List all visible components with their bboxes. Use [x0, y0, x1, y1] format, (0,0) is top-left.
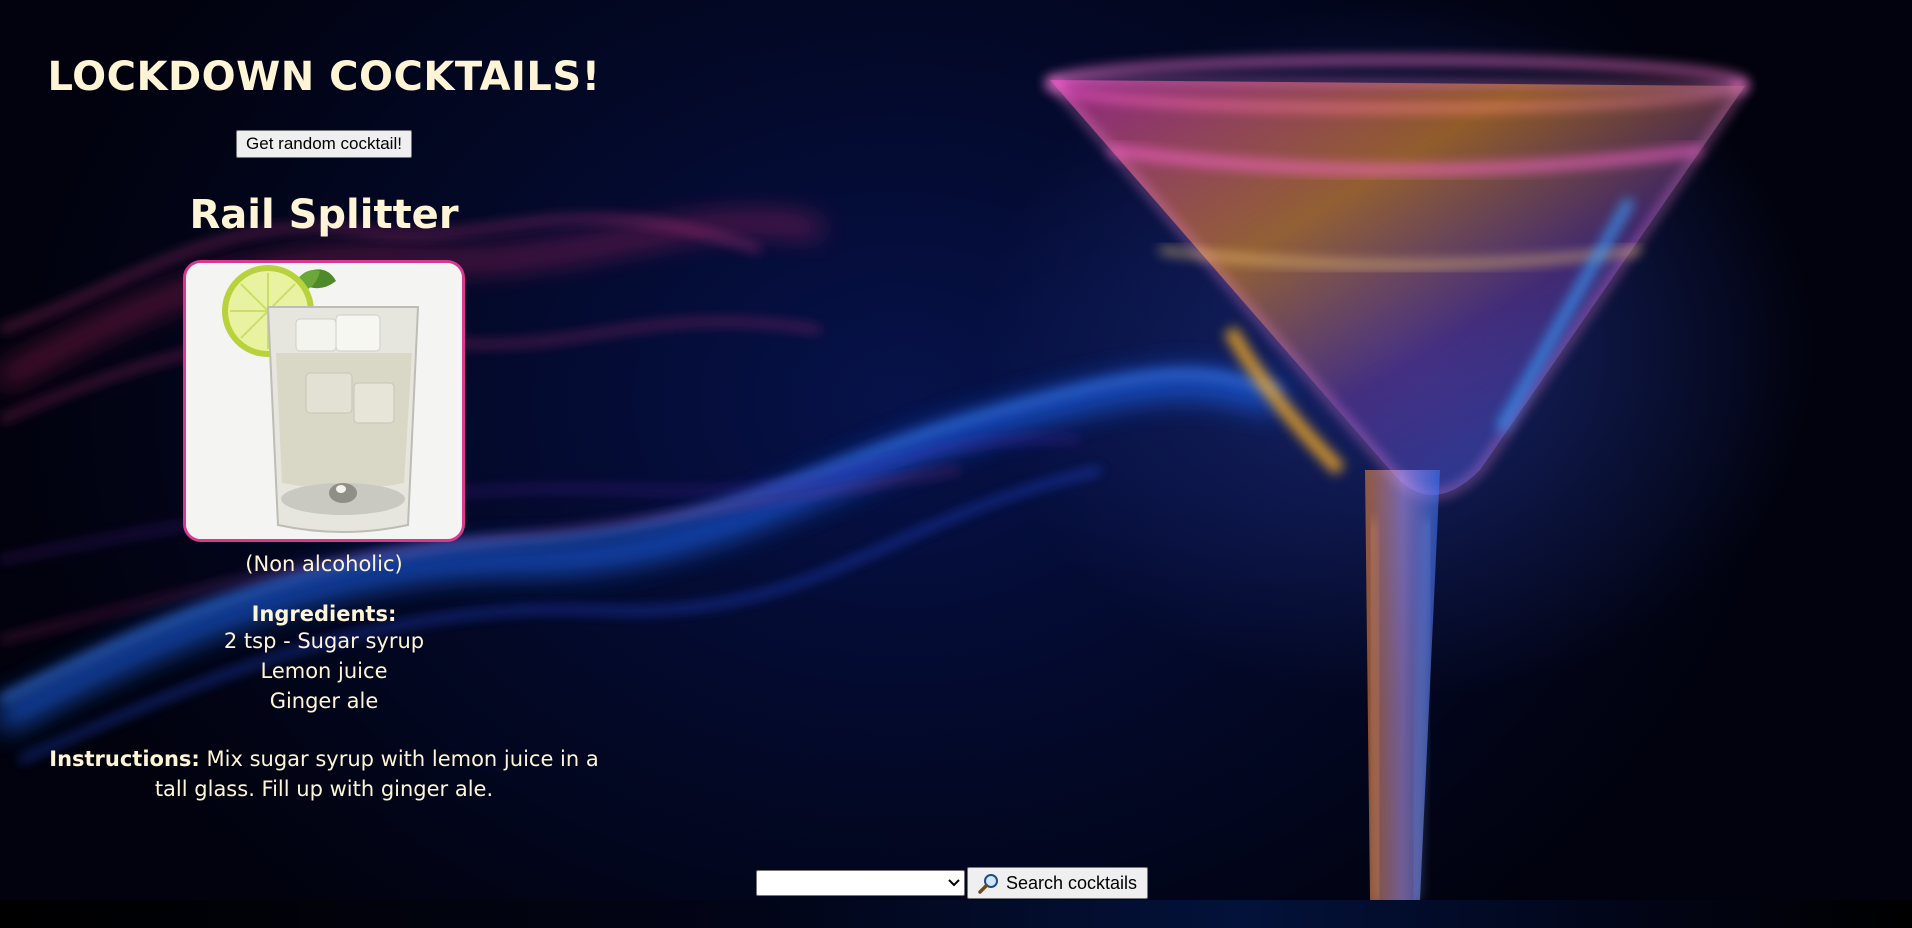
page-background: LOCKDOWN COCKTAILS! Get random cocktail!… [0, 0, 1912, 900]
instructions-text: Mix sugar syrup with lemon juice in a ta… [154, 747, 599, 801]
random-cocktail-button[interactable]: Get random cocktail! [236, 130, 412, 158]
ingredient-item: 2 tsp - Sugar syrup [223, 629, 425, 653]
search-button-label: Search cocktails [1006, 872, 1138, 893]
ingredients-heading: Ingredients: [251, 602, 397, 626]
bottom-strip [0, 900, 1912, 928]
search-bar: Search cocktails [756, 867, 1149, 899]
cocktail-photo-image [186, 263, 462, 539]
instructions: Instructions: Mix sugar syrup with lemon… [38, 744, 610, 804]
martini-glass-illustration [1045, 57, 1749, 900]
alcoholic-status: (Non alcoholic) [245, 552, 403, 576]
category-select[interactable] [756, 870, 965, 896]
cocktail-panel: LOCKDOWN COCKTAILS! Get random cocktail!… [38, 40, 610, 804]
chevron-down-icon [948, 879, 960, 887]
page-title: LOCKDOWN COCKTAILS! [47, 54, 601, 100]
instructions-heading: Instructions: [49, 747, 200, 771]
magnifier-icon [978, 874, 998, 894]
cocktail-photo [183, 260, 465, 542]
ingredient-item: Ginger ale [269, 689, 379, 713]
cocktail-name: Rail Splitter [189, 192, 459, 238]
search-cocktails-button[interactable]: Search cocktails [967, 867, 1149, 899]
ingredient-item: Lemon juice [260, 659, 388, 683]
